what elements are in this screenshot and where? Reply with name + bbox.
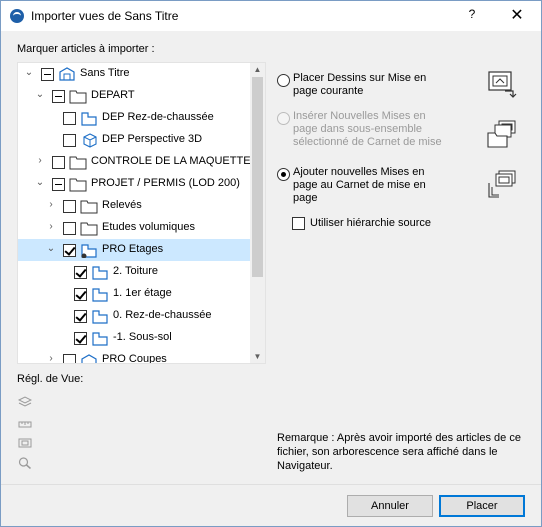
tree-item-label: PRO Etages [102,243,164,255]
folder-icon [69,178,87,192]
divider [1,484,541,485]
tree-row-releves[interactable]: › Relevés [18,195,251,217]
scroll-up-icon[interactable]: ▲ [253,65,262,74]
checkbox[interactable] [41,68,54,81]
tree-row-projet[interactable]: ⌄ PROJET / PERMIS (LOD 200) [18,173,251,195]
chevron-right-icon[interactable]: › [46,222,56,232]
use-source-hierarchy-checkbox[interactable] [292,217,305,230]
chevron-down-icon[interactable]: ⌄ [35,178,45,188]
title-bar: Importer vues de Sans Titre ? ✕ [1,1,541,31]
floor-plan-icon [92,310,108,324]
place-button[interactable]: Placer [439,495,525,517]
floor-plan-icon [92,332,108,346]
folder-icon [80,222,98,236]
tree-row-dep-3d[interactable]: DEP Perspective 3D [18,129,251,151]
chevron-right-icon[interactable]: › [46,354,56,364]
tree-item-label: Sans Titre [80,67,130,79]
scroll-thumb[interactable] [252,77,263,277]
checkbox[interactable] [63,112,76,125]
radio-insert-subset [277,112,290,125]
chevron-right-icon[interactable]: › [35,156,45,166]
tree-item-label: DEPART [91,89,135,101]
checkbox[interactable] [63,354,76,363]
tree-item-label: 2. Toiture [113,265,159,277]
window-title: Importer vues de Sans Titre [31,9,179,23]
tree-item-label: Relevés [102,199,142,211]
add-to-layout-book-icon [488,170,516,198]
checkbox[interactable] [63,244,76,257]
tree-item-label: DEP Rez-de-chaussée [102,111,214,123]
checkbox[interactable] [74,266,87,279]
option-label: Placer Dessins sur Mise en page courante [293,72,427,97]
folder-icon [69,156,87,170]
section-folder-icon [81,354,97,363]
place-on-layout-icon [488,71,517,98]
tree-label: Marquer articles à importer : [17,43,155,55]
cancel-button[interactable]: Annuler [347,495,433,517]
chevron-down-icon[interactable]: ⌄ [35,90,45,100]
chevron-right-icon[interactable]: › [46,200,56,210]
tree-item-label: PRO Coupes [102,353,167,364]
layers-icon [18,396,32,407]
floor-plan-icon [92,266,108,280]
tree-item-label: Etudes volumiques [102,221,195,233]
zoom-icon [18,457,31,469]
checkbox[interactable] [52,90,65,103]
tree-item-label: 0. Rez-de-chaussée [113,309,212,321]
tree-item-label: DEP Perspective 3D [102,133,203,145]
tree-scrollbar[interactable]: ▲ ▼ [250,63,265,363]
folder-icon [80,200,98,214]
radio-place-current[interactable] [277,74,290,87]
tree-item-label: 1. 1er étage [113,287,172,299]
display-icon [18,438,32,448]
tree-row-1er-etage[interactable]: 1. 1er étage [18,283,251,305]
project-icon [59,67,75,81]
tree-row-dep-rez[interactable]: DEP Rez-de-chaussée [18,107,251,129]
tree-item-label: CONTROLE DE LA MAQUETTE [91,155,251,167]
scale-icon [18,421,32,428]
tree-row-depart[interactable]: ⌄ DEPART [18,85,251,107]
checkbox[interactable] [52,156,65,169]
folder-icon [69,90,87,104]
floor-plan-icon [92,288,108,302]
close-button[interactable]: ✕ [507,6,527,26]
tree-row-toiture[interactable]: 2. Toiture [18,261,251,283]
tree-row-sous-sol[interactable]: -1. Sous-sol [18,327,251,349]
floor-plan-icon [81,112,97,126]
tree-row-sans-titre[interactable]: ⌄ Sans Titre [18,63,251,85]
checkbox[interactable] [63,200,76,213]
tree-row-pro-coupes[interactable]: › PRO Coupes [18,349,251,364]
option-label: Ajouter nouvelles Mises en page au Carne… [293,166,426,204]
tree-row-pro-etages[interactable]: ⌄ PRO Etages [18,239,251,261]
checkbox[interactable] [74,288,87,301]
checkbox[interactable] [63,134,76,147]
tree-item-label: PROJET / PERMIS (LOD 200) [91,177,240,189]
insert-into-subset-icon [487,120,516,148]
chevron-down-icon[interactable]: ⌄ [24,68,34,78]
checkbox[interactable] [74,310,87,323]
radio-add-new-layouts[interactable] [277,168,290,181]
tree-row-controle[interactable]: › CONTROLE DE LA MAQUETTE [18,151,251,173]
items-tree: ⌄ Sans Titre ⌄ DEPART DEP Rez-de-chaussé… [17,62,266,364]
3d-view-icon [83,133,97,148]
remark-text: Remarque : Après avoir importé des artic… [277,432,521,472]
tree-item-label: -1. Sous-sol [113,331,172,343]
checkbox[interactable] [63,222,76,235]
option-label: Insérer Nouvelles Mises en page dans sou… [293,110,442,150]
archicad-icon [10,9,24,23]
use-source-hierarchy-label: Utiliser hiérarchie source [310,217,432,229]
checkbox[interactable] [74,332,87,345]
chevron-down-icon[interactable]: ⌄ [46,244,56,254]
view-settings-label: Régl. de Vue: [17,373,84,385]
view-folder-icon [81,244,97,258]
tree-row-etudes[interactable]: › Etudes volumiques [18,217,251,239]
tree-row-rez[interactable]: 0. Rez-de-chaussée [18,305,251,327]
import-views-dialog: Importer vues de Sans Titre ? ✕ Marquer … [0,0,542,527]
scroll-down-icon[interactable]: ▼ [253,352,262,361]
help-button[interactable]: ? [464,7,480,25]
checkbox[interactable] [52,178,65,191]
